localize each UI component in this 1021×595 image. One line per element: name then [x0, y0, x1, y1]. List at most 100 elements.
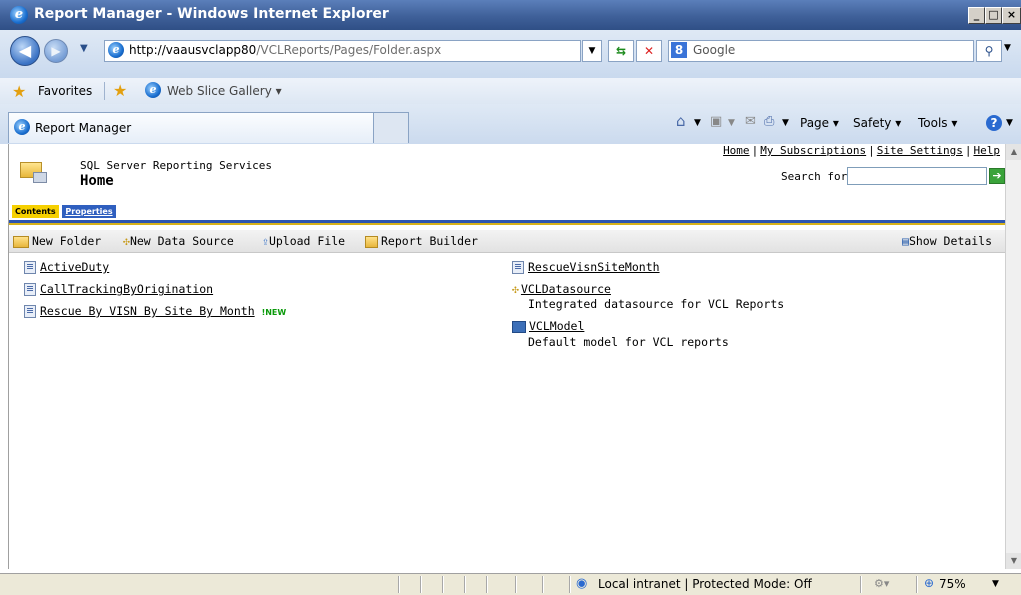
favorites-bar: ★ Favorites ★ e Web Slice Gallery ▾	[0, 78, 1021, 105]
data-source-icon: ✣	[512, 282, 519, 296]
new-folder-button[interactable]: New Folder	[13, 234, 101, 248]
list-item: RescueVisnSiteMonth	[512, 260, 660, 274]
report-link[interactable]: RescueVisnSiteMonth	[528, 260, 660, 274]
feeds-dropdown-icon[interactable]: ▼	[728, 118, 735, 128]
model-link[interactable]: VCLModel	[529, 319, 584, 333]
report-link[interactable]: ActiveDuty	[40, 260, 109, 274]
search-placeholder: Google	[693, 43, 736, 57]
mail-icon[interactable]: ✉	[745, 114, 756, 129]
status-divider	[442, 576, 443, 593]
feeds-icon[interactable]: ▣	[710, 114, 722, 129]
search-label: Search for:	[781, 170, 854, 183]
link-separator: |	[868, 144, 875, 157]
report-link[interactable]: CallTrackingByOrigination	[40, 282, 213, 296]
address-bar[interactable]: e http://vaausvclapp80/VCLReports/Pages/…	[104, 40, 581, 62]
tab-command-bar: e Report Manager ⌂ ▼ ▣ ▼ ✉ ⎙ ▼ Page ▾ Sa…	[0, 104, 1021, 144]
report-icon	[512, 261, 524, 274]
tab-strip: Contents Properties	[12, 203, 116, 218]
maximize-button[interactable]: □	[985, 7, 1002, 24]
security-zone[interactable]: Local intranet | Protected Mode: Off	[598, 577, 812, 591]
window-title-bar[interactable]: e Report Manager - Windows Internet Expl…	[0, 0, 1021, 30]
list-item: ✣ VCLDatasource	[512, 282, 611, 296]
close-button[interactable]: ×	[1002, 7, 1021, 24]
home-icon[interactable]: ⌂	[676, 112, 686, 130]
tab-contents[interactable]: Contents	[12, 205, 59, 218]
tab-label: Report Manager	[35, 121, 132, 135]
zoom-icon: ⊕	[924, 576, 935, 590]
status-divider	[515, 576, 516, 593]
scroll-up-arrow-icon[interactable]: ▲	[1006, 144, 1021, 160]
search-go-icon[interactable]: ➔	[989, 168, 1005, 184]
item-description: Default model for VCL reports	[528, 335, 729, 349]
url-host: http://vaausvclapp80	[129, 43, 257, 57]
page-content: Home | My Subscriptions | Site Settings | Help…	[8, 144, 1006, 569]
print-icon[interactable]: ⎙	[764, 114, 774, 129]
stop-icon[interactable]: ✕	[636, 40, 662, 62]
scroll-down-arrow-icon[interactable]: ▼	[1006, 553, 1021, 569]
data-source-link[interactable]: VCLDatasource	[521, 282, 611, 296]
report-link[interactable]: Rescue By VISN By Site By Month	[40, 304, 255, 318]
new-data-source-label: New Data Source	[129, 234, 234, 248]
page-menu[interactable]: Page ▾	[800, 116, 839, 130]
ie-logo-icon: e	[10, 6, 28, 24]
help-icon[interactable]: ?	[986, 115, 1002, 131]
item-description: Integrated datasource for VCL Reports	[528, 297, 785, 311]
intranet-icon: ◉	[576, 576, 588, 591]
my-subscriptions-link[interactable]: My Subscriptions	[760, 144, 866, 157]
link-separator: |	[751, 144, 759, 157]
zoom-dropdown-icon[interactable]: ▼	[992, 579, 999, 589]
home-link[interactable]: Home	[723, 144, 750, 157]
status-divider	[464, 576, 465, 593]
header-rule-gold	[9, 223, 1006, 225]
search-options-icon[interactable]: ▼	[1004, 43, 1011, 53]
new-tab-button[interactable]	[373, 112, 409, 143]
protected-mode-icon[interactable]: ⚙▾	[874, 577, 889, 590]
report-builder-button[interactable]: Report Builder	[365, 234, 478, 248]
search-box[interactable]: 8 Google	[668, 40, 974, 62]
forward-icon[interactable]: ▶	[44, 39, 68, 63]
status-divider	[420, 576, 421, 593]
page-title: Home	[80, 173, 114, 189]
google-icon: 8	[671, 42, 687, 58]
refresh-icon[interactable]: ⇆	[608, 40, 634, 62]
home-dropdown-icon[interactable]: ▼	[694, 118, 701, 128]
minimize-button[interactable]: _	[968, 7, 985, 24]
safety-menu[interactable]: Safety ▾	[853, 116, 901, 130]
list-item: Rescue By VISN By Site By Month !NEW	[24, 304, 286, 318]
back-icon[interactable]: ◀	[10, 36, 40, 66]
show-details-button[interactable]: ▤Show Details	[902, 234, 992, 248]
upload-file-label: Upload File	[268, 234, 346, 248]
search-icon[interactable]: ⚲	[976, 40, 1002, 62]
recent-pages-dropdown-icon[interactable]: ▼	[80, 43, 88, 54]
tools-menu[interactable]: Tools ▾	[918, 116, 957, 130]
navigation-bar: ◀ ▶ ▼ e http://vaausvclapp80/VCLReports/…	[0, 30, 1021, 78]
favorites-star-icon[interactable]: ★	[12, 82, 26, 101]
list-item: VCLModel	[512, 319, 584, 333]
site-settings-link[interactable]: Site Settings	[877, 144, 963, 157]
page-icon: e	[108, 42, 124, 58]
report-icon	[24, 261, 36, 274]
new-data-source-button[interactable]: ✣New Data Source	[123, 234, 234, 248]
product-name: SQL Server Reporting Services	[80, 159, 273, 172]
print-dropdown-icon[interactable]: ▼	[782, 118, 789, 128]
zoom-level[interactable]: 75%	[939, 577, 966, 591]
window-title: Report Manager - Windows Internet Explor…	[34, 6, 389, 22]
report-builder-icon	[365, 235, 378, 248]
add-favorite-icon[interactable]: ★	[113, 81, 127, 100]
vertical-scrollbar[interactable]: ▲ ▼	[1005, 144, 1021, 569]
favorites-button[interactable]: Favorites	[38, 84, 92, 98]
address-url[interactable]: http://vaausvclapp80/VCLReports/Pages/Fo…	[129, 43, 441, 57]
help-link[interactable]: Help	[974, 144, 1001, 157]
web-slice-gallery-link[interactable]: Web Slice Gallery ▾	[167, 84, 282, 98]
address-dropdown-icon[interactable]: ▼	[582, 40, 602, 62]
help-dropdown-icon[interactable]: ▼	[1006, 118, 1013, 128]
tab-properties[interactable]: Properties	[62, 205, 116, 218]
upload-file-button[interactable]: ⇪Upload File	[262, 234, 345, 248]
search-input[interactable]	[847, 167, 987, 185]
url-path: /VCLReports/Pages/Folder.aspx	[256, 43, 442, 57]
web-slice-icon: e	[145, 82, 161, 98]
favorites-divider	[104, 82, 105, 100]
new-badge: !NEW	[261, 308, 287, 317]
status-divider	[916, 576, 917, 593]
tab-report-manager[interactable]: e Report Manager	[8, 112, 374, 143]
